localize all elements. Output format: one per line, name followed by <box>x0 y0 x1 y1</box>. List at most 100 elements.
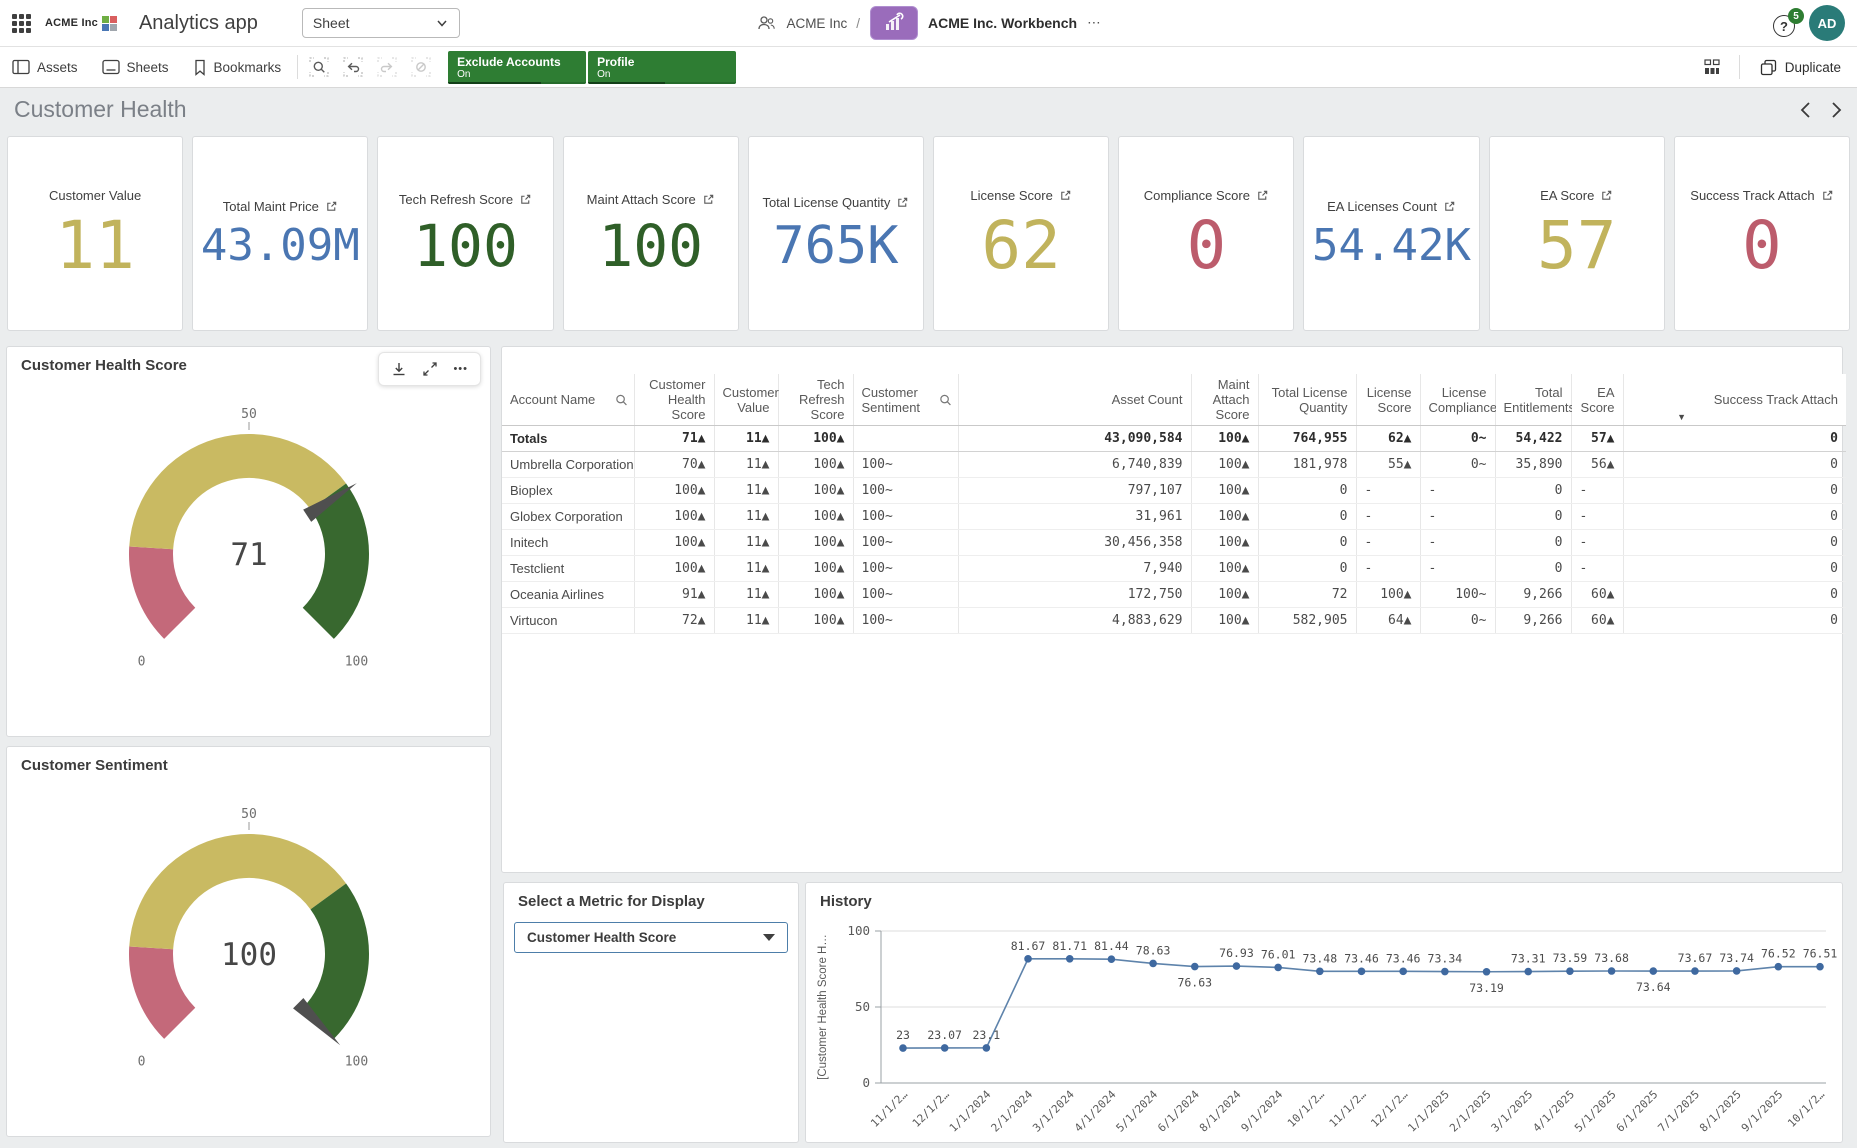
kpi-value: 57 <box>1537 213 1616 279</box>
svg-text:6/1/2025: 6/1/2025 <box>1614 1088 1661 1135</box>
step-forward-selection-button[interactable] <box>370 50 404 84</box>
table-cell: 55▲ <box>1356 452 1420 478</box>
column-header-12[interactable]: Success Track Attach▼ <box>1623 374 1846 426</box>
breadcrumb-org[interactable]: ACME Inc <box>786 16 847 31</box>
external-link-icon[interactable] <box>1600 189 1613 202</box>
kpi-card-6[interactable]: Compliance Score0 <box>1118 136 1294 331</box>
table-cell: 72▲ <box>634 608 714 634</box>
next-sheet-button[interactable] <box>1830 100 1843 120</box>
smart-search-selections-button[interactable] <box>302 50 336 84</box>
svg-text:81.71: 81.71 <box>1052 939 1087 953</box>
table-cell: 0 <box>1258 478 1356 504</box>
table-cell: 0 <box>1495 530 1571 556</box>
clear-selections-button[interactable] <box>404 50 438 84</box>
svg-text:8/1/2024: 8/1/2024 <box>1197 1088 1244 1135</box>
search-icon[interactable] <box>939 393 952 406</box>
account-name-cell[interactable]: Globex Corporation <box>502 504 634 530</box>
step-back-selection-button[interactable] <box>336 50 370 84</box>
account-name-cell[interactable]: Oceania Airlines <box>502 582 634 608</box>
column-header-1[interactable]: Customer Health Score <box>634 374 714 426</box>
table-cell: 100▲ <box>1191 556 1258 582</box>
kpi-label: Total License Quantity <box>762 195 890 210</box>
sheets-button[interactable]: Sheets <box>90 47 181 87</box>
kpi-card-0[interactable]: Customer Value11 <box>7 136 183 331</box>
bookmarks-button[interactable]: Bookmarks <box>181 47 294 87</box>
help-button[interactable]: ? 5 <box>1773 11 1797 35</box>
workbench-more-icon[interactable]: ⋯ <box>1087 15 1101 31</box>
assets-button[interactable]: Assets <box>0 47 90 87</box>
table-cell: 56▲ <box>1571 452 1623 478</box>
column-header-2[interactable]: Customer Value <box>714 374 778 426</box>
column-header-6[interactable]: Maint Attach Score <box>1191 374 1258 426</box>
table-cell: - <box>1571 556 1623 582</box>
sheet-selector[interactable]: Sheet <box>302 8 460 38</box>
kpi-card-1[interactable]: Total Maint Price43.09M <box>192 136 368 331</box>
assets-panel-icon <box>12 59 30 75</box>
sheet-selector-value: Sheet <box>313 15 350 31</box>
kpi-card-8[interactable]: EA Score57 <box>1489 136 1665 331</box>
more-options-icon[interactable]: ••• <box>453 363 468 375</box>
external-link-icon[interactable] <box>1059 189 1072 202</box>
column-header-9[interactable]: License Compliance <box>1420 374 1495 426</box>
download-icon[interactable] <box>391 361 407 377</box>
table-cell: - <box>1420 530 1495 556</box>
filter-chip-0[interactable]: Exclude AccountsOn <box>448 51 586 84</box>
external-link-icon[interactable] <box>1821 189 1834 202</box>
column-header-11[interactable]: EA Score <box>1571 374 1623 426</box>
kpi-card-3[interactable]: Maint Attach Score100 <box>563 136 739 331</box>
table-cell: 100▲ <box>778 452 853 478</box>
filter-chip-1[interactable]: ProfileOn <box>588 51 736 84</box>
account-name-cell[interactable]: Testclient <box>502 556 634 582</box>
kpi-card-5[interactable]: License Score62 <box>933 136 1109 331</box>
column-header-7[interactable]: Total License Quantity <box>1258 374 1356 426</box>
account-name-cell[interactable]: Initech <box>502 530 634 556</box>
table-cell: 11▲ <box>714 556 778 582</box>
account-name-cell[interactable]: Umbrella Corporation <box>502 452 634 478</box>
duplicate-button[interactable]: Duplicate <box>1744 59 1857 76</box>
svg-text:78.63: 78.63 <box>1136 943 1171 957</box>
svg-text:23.07: 23.07 <box>927 1028 962 1042</box>
kpi-card-9[interactable]: Success Track Attach0 <box>1674 136 1850 331</box>
prev-sheet-button[interactable] <box>1799 100 1812 120</box>
totals-row: Totals71▲11▲100▲43,090,584100▲764,95562▲… <box>502 426 1846 452</box>
external-link-icon[interactable] <box>702 193 715 206</box>
search-icon[interactable] <box>615 393 628 406</box>
column-header-4[interactable]: Customer Sentiment <box>853 374 958 426</box>
external-link-icon[interactable] <box>1443 200 1456 213</box>
account-name-cell[interactable]: Bioplex <box>502 478 634 504</box>
table-cell: 100▲ <box>778 504 853 530</box>
column-header-3[interactable]: Tech Refresh Score <box>778 374 853 426</box>
svg-text:76.93: 76.93 <box>1219 946 1254 960</box>
metric-dropdown[interactable]: Customer Health Score <box>514 922 788 953</box>
column-header-5[interactable]: Asset Count <box>958 374 1191 426</box>
kpi-card-4[interactable]: Total License Quantity765K <box>748 136 924 331</box>
table-cell: 0 <box>1258 556 1356 582</box>
workbench-app-icon[interactable] <box>870 6 918 40</box>
column-header-10[interactable]: Total Entitlements <box>1495 374 1571 426</box>
grid-view-button[interactable] <box>1695 50 1729 84</box>
svg-text:1/1/2025: 1/1/2025 <box>1405 1088 1452 1135</box>
table-cell: 0 <box>1623 608 1846 634</box>
column-header-8[interactable]: License Score <box>1356 374 1420 426</box>
svg-text:73.59: 73.59 <box>1553 951 1588 965</box>
external-link-icon[interactable] <box>519 193 532 206</box>
external-link-icon[interactable] <box>896 196 909 209</box>
duplicate-icon <box>1760 59 1777 76</box>
table-cell: 70▲ <box>634 452 714 478</box>
kpi-label: License Score <box>970 188 1052 203</box>
account-name-cell[interactable]: Virtucon <box>502 608 634 634</box>
avatar[interactable]: AD <box>1809 5 1845 41</box>
svg-text:76.52: 76.52 <box>1761 947 1796 961</box>
table-row: Umbrella Corporation70▲11▲100▲100~6,740,… <box>502 452 1846 478</box>
expand-icon[interactable] <box>422 361 438 377</box>
column-header-0[interactable]: Account Name <box>502 374 634 426</box>
customer-health-score-panel: Customer Health Score ••• 05010071 <box>6 346 491 737</box>
breadcrumb-workbench[interactable]: ACME Inc. Workbench <box>928 15 1077 31</box>
kpi-card-7[interactable]: EA Licenses Count54.42K <box>1303 136 1479 331</box>
app-launcher-grid-icon[interactable] <box>12 14 31 33</box>
external-link-icon[interactable] <box>325 200 338 213</box>
kpi-card-2[interactable]: Tech Refresh Score100 <box>377 136 553 331</box>
external-link-icon[interactable] <box>1256 189 1269 202</box>
svg-text:100: 100 <box>345 654 368 669</box>
sentiment-gauge: 050100100 <box>7 783 492 1113</box>
